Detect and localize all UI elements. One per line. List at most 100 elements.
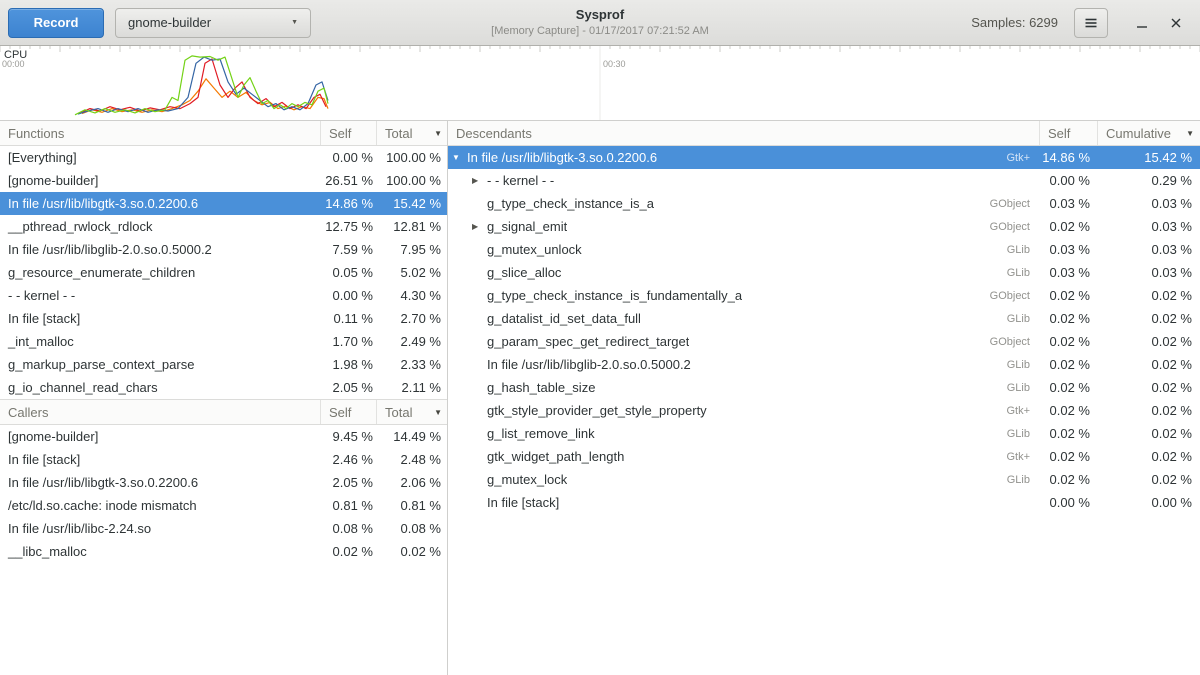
table-row[interactable]: ▶ - - kernel - - 0.00 % 0.29 % [448, 169, 1200, 192]
cumulative-percent: 0.02 % [1098, 357, 1200, 372]
cumulative-percent: 0.02 % [1098, 334, 1200, 349]
table-row[interactable]: In file /usr/lib/libglib-2.0.so.0.5000.2… [448, 353, 1200, 376]
function-name: g_slice_alloc [487, 265, 561, 280]
column-header-self[interactable]: Self [1040, 121, 1098, 145]
total-percent: 14.49 % [377, 429, 447, 444]
functions-table-header: Functions Self Total ▼ [0, 121, 447, 146]
self-percent: 1.70 % [321, 334, 377, 349]
self-percent: 1.98 % [321, 357, 377, 372]
self-percent: 2.46 % [321, 452, 377, 467]
table-row[interactable]: g_type_check_instance_is_a GObject 0.03 … [448, 192, 1200, 215]
menu-button[interactable] [1074, 8, 1108, 38]
callers-table-header: Callers Self Total ▼ [0, 399, 447, 425]
function-name: In file [stack] [0, 311, 321, 326]
table-row[interactable]: _int_malloc 1.70 % 2.49 % [0, 330, 447, 353]
table-row[interactable]: [Everything] 0.00 % 100.00 % [0, 146, 447, 169]
self-percent: 0.02 % [1040, 449, 1098, 464]
table-row[interactable]: g_slice_alloc GLib 0.03 % 0.03 % [448, 261, 1200, 284]
library-tag: GObject [990, 290, 1040, 302]
cumulative-percent: 0.02 % [1098, 288, 1200, 303]
table-row[interactable]: ▶ g_signal_emit GObject 0.02 % 0.03 % [448, 215, 1200, 238]
record-button[interactable]: Record [8, 8, 104, 38]
table-row[interactable]: g_markup_parse_context_parse 1.98 % 2.33… [0, 353, 447, 376]
headerbar: Record gnome-builder ▼ Sysprof [Memory C… [0, 0, 1200, 46]
column-header-total[interactable]: Total ▼ [377, 400, 447, 424]
total-percent: 5.02 % [377, 265, 447, 280]
table-row[interactable]: gtk_widget_path_length Gtk+ 0.02 % 0.02 … [448, 445, 1200, 468]
table-row[interactable]: [gnome-builder] 9.45 % 14.49 % [0, 425, 447, 448]
hamburger-menu-icon [1083, 15, 1099, 31]
minimize-button[interactable] [1132, 11, 1152, 35]
self-percent: 0.02 % [1040, 219, 1098, 234]
function-name: [gnome-builder] [0, 173, 321, 188]
cumulative-percent: 0.03 % [1098, 242, 1200, 257]
table-row[interactable]: In file /usr/lib/libgtk-3.so.0.2200.6 2.… [0, 471, 447, 494]
column-header-cumulative-label: Cumulative [1106, 126, 1171, 141]
table-row[interactable]: g_list_remove_link GLib 0.02 % 0.02 % [448, 422, 1200, 445]
cumulative-percent: 0.02 % [1098, 472, 1200, 487]
close-button[interactable] [1166, 11, 1186, 35]
library-tag: GLib [1007, 267, 1040, 279]
table-row[interactable]: g_param_spec_get_redirect_target GObject… [448, 330, 1200, 353]
table-row[interactable]: In file [stack] 0.00 % 0.00 % [448, 491, 1200, 514]
library-tag: GObject [990, 198, 1040, 210]
expander-icon[interactable]: ▼ [452, 153, 467, 162]
table-row[interactable]: /etc/ld.so.cache: inode mismatch 0.81 % … [0, 494, 447, 517]
total-percent: 2.49 % [377, 334, 447, 349]
table-row[interactable]: g_datalist_id_set_data_full GLib 0.02 % … [448, 307, 1200, 330]
library-tag: GObject [990, 221, 1040, 233]
table-row[interactable]: [gnome-builder] 26.51 % 100.00 % [0, 169, 447, 192]
table-row[interactable]: g_mutex_lock GLib 0.02 % 0.02 % [448, 468, 1200, 491]
table-row[interactable]: In file /usr/lib/libgtk-3.so.0.2200.6 14… [0, 192, 447, 215]
table-row[interactable]: In file [stack] 0.11 % 2.70 % [0, 307, 447, 330]
table-row[interactable]: __libc_malloc 0.02 % 0.02 % [0, 540, 447, 563]
self-percent: 0.02 % [1040, 380, 1098, 395]
table-row[interactable]: g_resource_enumerate_children 0.05 % 5.0… [0, 261, 447, 284]
expander-icon[interactable]: ▶ [472, 176, 487, 185]
table-row[interactable]: __pthread_rwlock_rdlock 12.75 % 12.81 % [0, 215, 447, 238]
table-row[interactable]: In file [stack] 2.46 % 2.48 % [0, 448, 447, 471]
cumulative-percent: 0.00 % [1098, 495, 1200, 510]
cpu-usage-graph[interactable]: CPU 00:00 00:30 [0, 46, 1200, 121]
table-row[interactable]: g_io_channel_read_chars 2.05 % 2.11 % [0, 376, 447, 399]
library-tag: Gtk+ [1006, 451, 1040, 463]
function-name: _int_malloc [0, 334, 321, 349]
expander-icon[interactable]: ▶ [472, 222, 487, 231]
table-row[interactable]: g_type_check_instance_is_fundamentally_a… [448, 284, 1200, 307]
column-header-total[interactable]: Total ▼ [377, 121, 447, 145]
chevron-down-icon: ▼ [291, 19, 298, 26]
self-percent: 0.05 % [321, 265, 377, 280]
cumulative-percent: 15.42 % [1098, 150, 1200, 165]
function-name: __pthread_rwlock_rdlock [0, 219, 321, 234]
table-row[interactable]: In file /usr/lib/libc-2.24.so 0.08 % 0.0… [0, 517, 447, 540]
function-name: g_type_check_instance_is_a [487, 196, 654, 211]
function-name: In file /usr/lib/libgtk-3.so.0.2200.6 [467, 150, 657, 165]
table-row[interactable]: ▼ In file /usr/lib/libgtk-3.so.0.2200.6 … [448, 146, 1200, 169]
self-percent: 14.86 % [1040, 150, 1098, 165]
cumulative-percent: 0.02 % [1098, 311, 1200, 326]
table-row[interactable]: - - kernel - - 0.00 % 4.30 % [0, 284, 447, 307]
total-percent: 100.00 % [377, 173, 447, 188]
column-header-self[interactable]: Self [321, 400, 377, 424]
time-start-label: 00:00 [2, 59, 25, 69]
column-header-cumulative[interactable]: Cumulative ▼ [1098, 121, 1200, 145]
self-percent: 0.02 % [1040, 334, 1098, 349]
target-selector-dropdown[interactable]: gnome-builder ▼ [115, 8, 311, 38]
column-header-descendants[interactable]: Descendants [448, 121, 1040, 145]
column-header-self[interactable]: Self [321, 121, 377, 145]
total-percent: 7.95 % [377, 242, 447, 257]
self-percent: 2.05 % [321, 380, 377, 395]
sort-arrow-icon: ▼ [434, 408, 442, 417]
function-name: /etc/ld.so.cache: inode mismatch [0, 498, 321, 513]
column-header-callers[interactable]: Callers [0, 400, 321, 424]
window-subtitle: [Memory Capture] - 01/17/2017 07:21:52 A… [491, 24, 709, 38]
table-row[interactable]: gtk_style_provider_get_style_property Gt… [448, 399, 1200, 422]
table-row[interactable]: g_hash_table_size GLib 0.02 % 0.02 % [448, 376, 1200, 399]
table-row[interactable]: g_mutex_unlock GLib 0.03 % 0.03 % [448, 238, 1200, 261]
table-row[interactable]: In file /usr/lib/libglib-2.0.so.0.5000.2… [0, 238, 447, 261]
self-percent: 0.11 % [321, 311, 377, 326]
function-name: [Everything] [0, 150, 321, 165]
column-header-functions[interactable]: Functions [0, 121, 321, 145]
target-selector-label: gnome-builder [128, 15, 211, 30]
total-percent: 100.00 % [377, 150, 447, 165]
